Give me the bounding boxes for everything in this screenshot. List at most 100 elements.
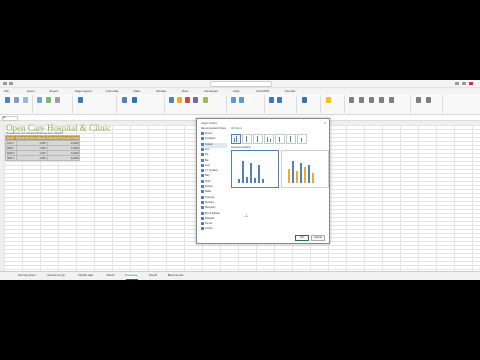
search-box[interactable]: [210, 81, 272, 87]
slicer-icon[interactable]: [269, 97, 274, 103]
chart-type-icon: [201, 163, 204, 167]
table-icon[interactable]: [23, 97, 28, 103]
ribbon-group-filters: [266, 95, 297, 113]
sheet-tab[interactable]: Breakdown: [125, 273, 139, 280]
title-bar: [0, 80, 480, 88]
chart-type-item[interactable]: Box & Whisker: [201, 211, 227, 217]
ribbon-group-symbols: [412, 95, 443, 113]
line-chart-icon[interactable]: [177, 97, 182, 103]
preview-chart-1: [238, 161, 264, 183]
sheet-tab[interactable]: Monthly data: [79, 273, 93, 279]
header-footer-icon[interactable]: [359, 97, 364, 103]
recommended-pivot-icon[interactable]: [14, 97, 19, 103]
sheet-tab[interactable]: Summary sheet: [18, 273, 36, 279]
table-cell[interactable]: 1,009: [15, 155, 48, 161]
chart-type-item[interactable]: Map: [201, 174, 227, 179]
icons-icon[interactable]: [55, 97, 60, 103]
3d-map-icon[interactable]: [203, 97, 208, 103]
preview-bar: [258, 165, 260, 183]
timeline-icon[interactable]: [277, 97, 282, 103]
chart-type-label: Recent: [205, 133, 213, 136]
save-icon[interactable]: [3, 82, 7, 85]
close-window-icon[interactable]: [469, 82, 473, 85]
chart-type-item[interactable]: Templates: [201, 137, 227, 142]
pivotchart-icon[interactable]: [193, 97, 198, 103]
chart-type-label: Box & Whisker: [205, 212, 221, 215]
data-table: Month Blood Samples Collected Samples Pr…: [5, 135, 81, 161]
chart-type-label: Funnel: [205, 223, 213, 226]
percent-stacked-column-icon[interactable]: [253, 134, 263, 144]
table-cell[interactable]: 14,609: [46, 155, 81, 161]
preview-bar: [254, 178, 256, 183]
3d-stacked-column-icon[interactable]: [275, 134, 285, 144]
chart-type-icon: [201, 200, 204, 204]
chart-type-item[interactable]: Waterfall: [201, 216, 227, 222]
preview-bar: [304, 167, 306, 183]
chart-type-item[interactable]: Sunburst: [201, 200, 227, 206]
minimize-icon[interactable]: [455, 82, 459, 85]
chart-type-icon: [201, 153, 204, 157]
chart-type-item[interactable]: Line: [201, 147, 227, 153]
ok-button[interactable]: OK: [295, 235, 309, 241]
excel-window: File Home Insert Page Layout Formulas Data Rev…: [0, 80, 480, 280]
chart-type-item[interactable]: X Y (Scatter): [201, 169, 227, 174]
comment-icon[interactable]: [326, 97, 331, 103]
recommended-charts-icon[interactable]: [122, 97, 127, 103]
cancel-button[interactable]: Cancel: [311, 235, 325, 241]
text-box-icon[interactable]: [349, 97, 354, 103]
shapes-icon[interactable]: [46, 97, 51, 103]
chart-type-item[interactable]: Radar: [201, 190, 227, 195]
get-addins-icon[interactable]: [78, 97, 83, 103]
undo-icon[interactable]: [9, 82, 13, 85]
pie-chart-icon[interactable]: [185, 97, 190, 103]
chart-type-item[interactable]: Treemap: [201, 195, 227, 201]
chart-type-item[interactable]: Surface: [201, 185, 227, 190]
3d-column-icon[interactable]: [297, 134, 307, 144]
chart-type-label: Area: [205, 164, 210, 167]
3d-percent-stacked-column-icon[interactable]: [286, 134, 296, 144]
chart-preview-option-1[interactable]: [231, 150, 279, 188]
chart-type-item[interactable]: Funnel: [201, 222, 227, 227]
sparkline-line-icon[interactable]: [231, 97, 236, 103]
pivottable-icon[interactable]: [5, 97, 10, 103]
chart-type-icon: [201, 174, 204, 178]
chart-type-item[interactable]: Bar: [201, 158, 227, 164]
chart-type-icon: [201, 142, 204, 146]
3d-clustered-column-icon[interactable]: [264, 134, 274, 144]
signature-line-icon[interactable]: [379, 97, 384, 103]
chart-type-item[interactable]: Combo: [201, 227, 227, 232]
chart-preview-option-2[interactable]: [281, 150, 329, 188]
chart-type-item[interactable]: Pie: [201, 153, 227, 158]
chart-type-icon: [201, 132, 204, 135]
table-cell[interactable]: APR 1: [5, 155, 17, 161]
stacked-column-icon[interactable]: [242, 134, 252, 144]
chart-type-label: Surface: [205, 186, 213, 189]
link-icon[interactable]: [302, 97, 307, 103]
ribbon-group-illustrations: [34, 95, 73, 113]
tab-recommended-charts[interactable]: Recommended Charts: [201, 127, 226, 130]
chart-type-item[interactable]: Area: [201, 163, 227, 169]
chart-type-label: Pie: [205, 154, 209, 157]
column-chart-icon[interactable]: [169, 97, 174, 103]
tab-all-charts[interactable]: All Charts: [231, 127, 242, 130]
sheet-tab[interactable]: Sheet3: [107, 273, 115, 279]
chart-type-item[interactable]: Stock: [201, 179, 227, 185]
sheet-tab[interactable]: Sheet5: [149, 273, 157, 279]
chart-type-item[interactable]: Recent: [201, 132, 227, 137]
close-icon[interactable]: ×: [324, 120, 326, 125]
sheet-tab[interactable]: Revenue by Qtr: [48, 273, 66, 279]
wordart-icon[interactable]: [369, 97, 374, 103]
pictures-icon[interactable]: [37, 97, 42, 103]
maps-icon[interactable]: [132, 97, 137, 103]
clustered-column-icon[interactable]: [231, 134, 241, 144]
object-icon[interactable]: [389, 97, 394, 103]
equation-icon[interactable]: [416, 97, 421, 103]
symbol-icon[interactable]: [426, 97, 431, 103]
preview-bar: [292, 161, 294, 183]
sparkline-column-icon[interactable]: [239, 97, 244, 103]
chart-type-icon: [201, 206, 204, 210]
chart-type-item[interactable]: Histogram: [201, 206, 227, 211]
chart-type-item[interactable]: Column: [201, 142, 227, 148]
sheet-tab[interactable]: Blood records: [168, 273, 183, 279]
maximize-icon[interactable]: [462, 82, 466, 85]
